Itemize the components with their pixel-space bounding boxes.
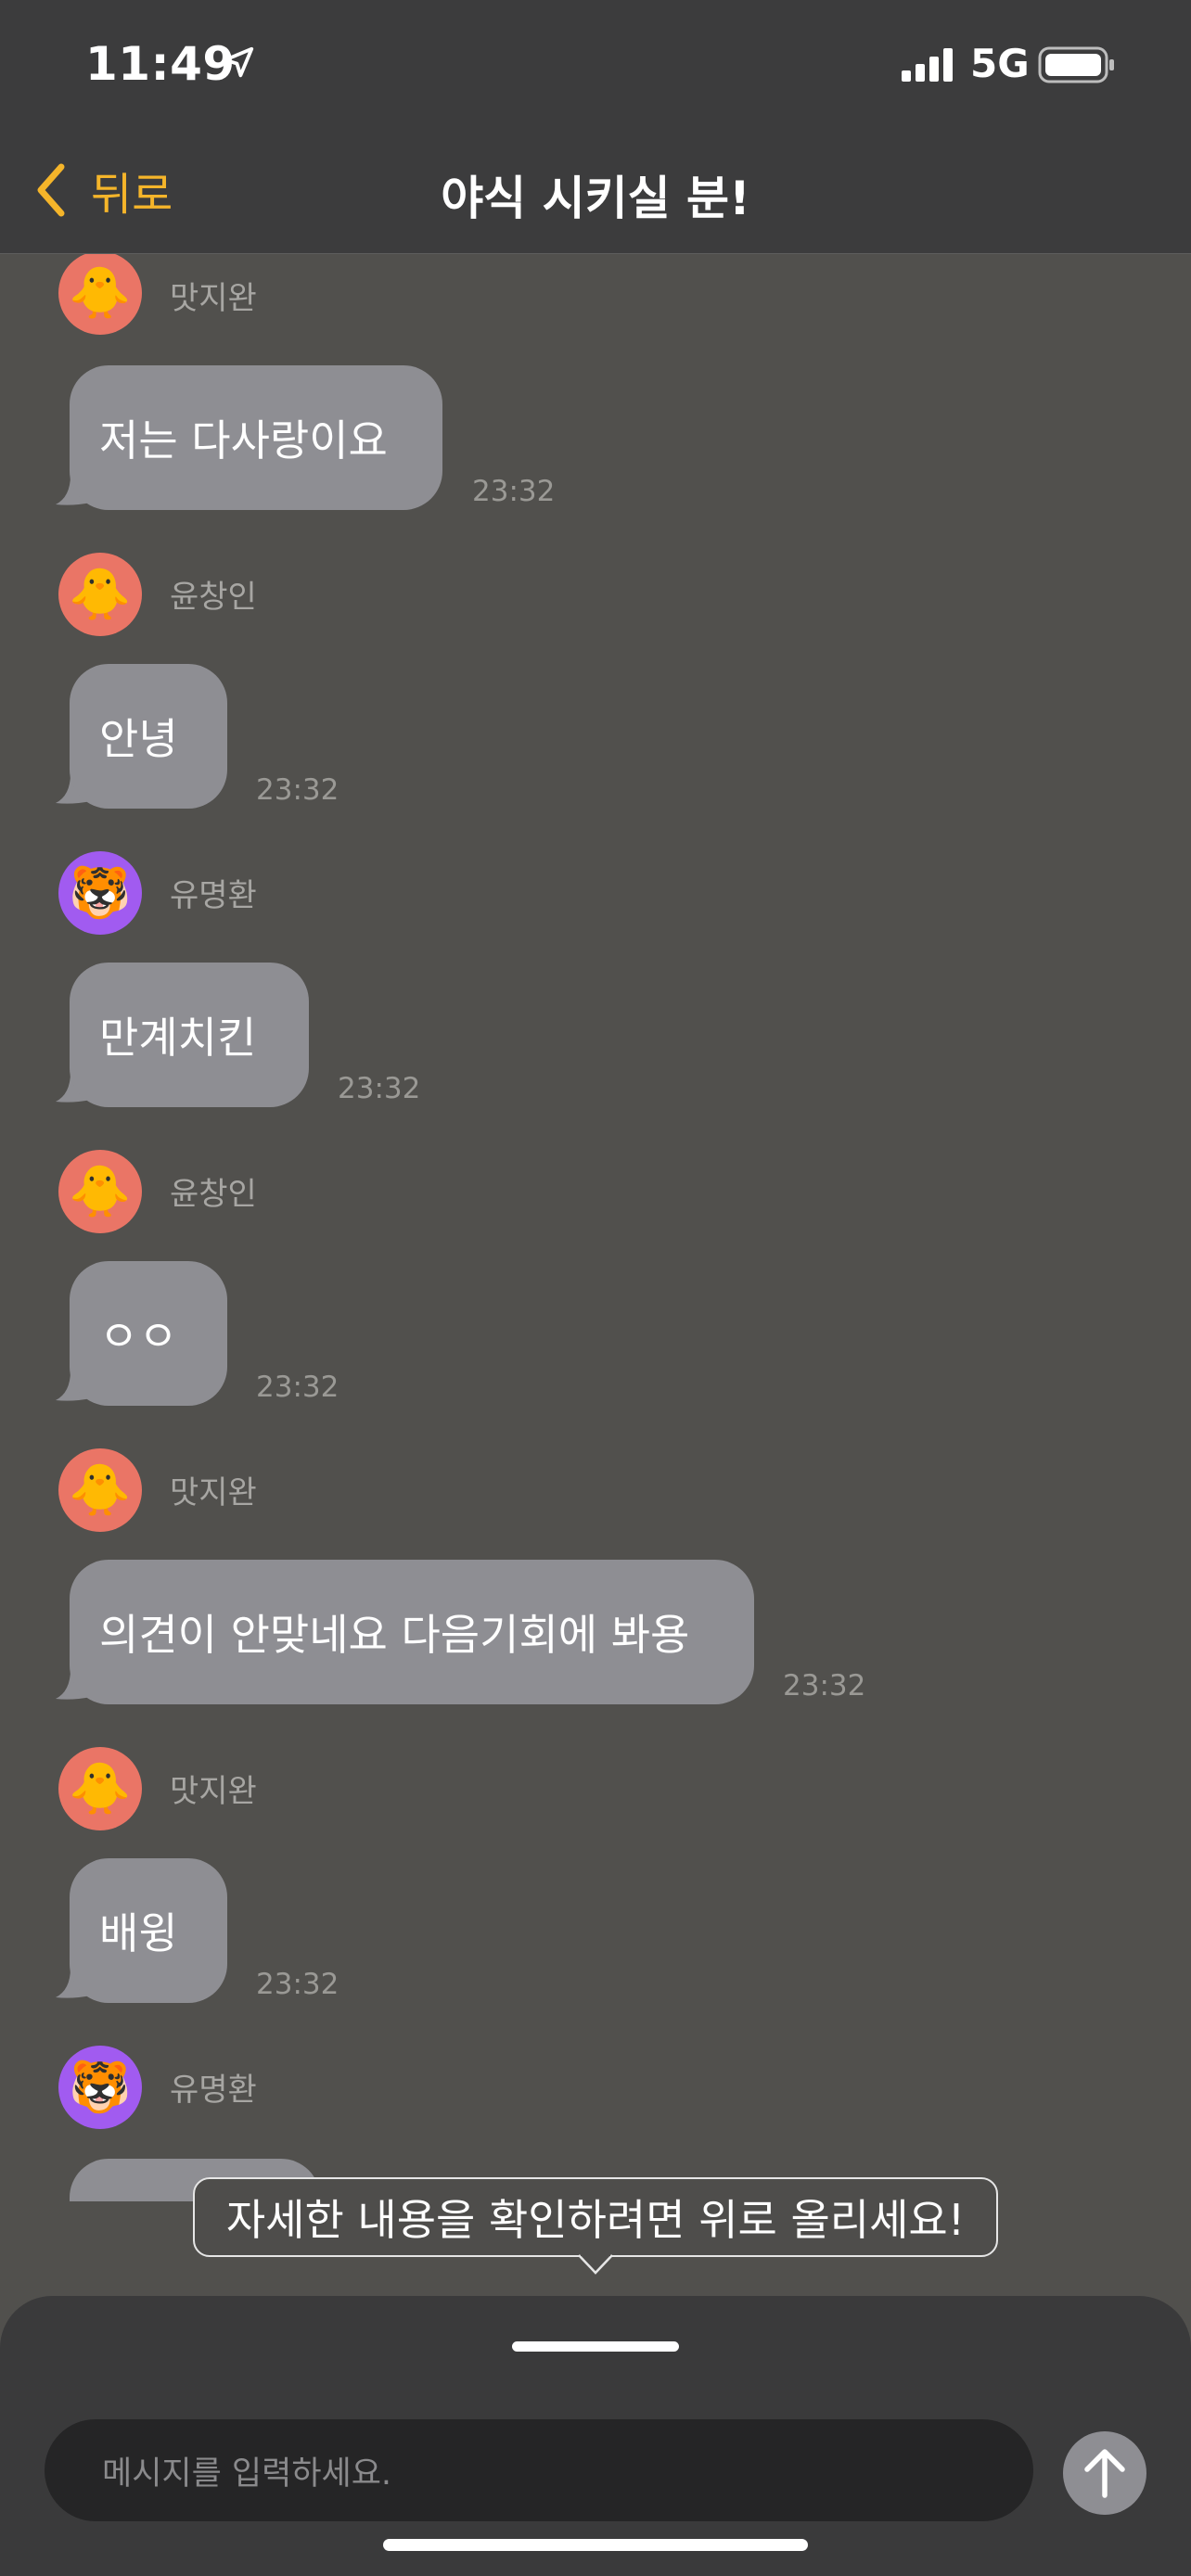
avatar[interactable]: 🐥 [58,1150,142,1233]
send-button[interactable] [1063,2431,1146,2515]
sender-name: 윤창인 [170,579,257,616]
avatar[interactable]: 🐯 [58,851,142,935]
avatar[interactable]: 🐥 [58,1747,142,1830]
sender-name: 맛지완 [170,280,257,317]
battery-icon [1038,46,1114,83]
message-time: 23:32 [256,773,339,807]
status-time: 11:49 [85,37,236,91]
chat-title: 야식 시키실 분! [441,172,750,225]
network-type: 5G [970,41,1030,86]
message-bubble[interactable]: 의견이 안맞네요 다음기회에 봐용 [70,1560,754,1704]
scroll-hint-tooltip: 자세한 내용을 확인하려면 위로 올리세요! [193,2177,998,2257]
home-indicator [383,2539,808,2551]
tooltip-arrow [579,2254,612,2275]
message-bubble[interactable]: ㅇㅇ [70,1261,227,1406]
message-time: 23:32 [256,1371,339,1404]
sender-name: 맛지완 [170,1474,257,1511]
sender-name: 맛지완 [170,1773,257,1810]
message-time: 23:32 [472,475,556,508]
avatar[interactable]: 🐥 [58,254,142,335]
message-bubble[interactable]: 안녕 [70,664,227,809]
nav-header: 11:49 5G 뒤로 야식 시키실 분! [0,0,1191,254]
sheet-grabber[interactable] [512,2341,679,2352]
avatar[interactable]: 🐥 [58,1448,142,1532]
sender-name: 윤창인 [170,1176,257,1213]
sender-name: 유명환 [170,2072,257,2109]
message-bubble[interactable]: 배윙 [70,1858,227,2003]
cellular-signal-icon [902,48,953,82]
message-input[interactable]: 메시지를 입력하세요. [45,2419,1033,2521]
message-time: 23:32 [256,1968,339,2001]
location-arrow-icon [223,46,254,78]
message-bubble[interactable]: 만계치킨 [70,963,309,1107]
message-time: 23:32 [338,1072,421,1105]
message-time: 23:32 [783,1669,866,1702]
arrow-up-icon [1084,2449,1125,2498]
sender-name: 유명환 [170,877,257,914]
avatar[interactable]: 🐥 [58,553,142,636]
message-bubble[interactable]: 저는 다사랑이요 [70,365,442,510]
avatar[interactable]: 🐯 [58,2046,142,2129]
message-list[interactable]: 🐥 맛지완 저는 다사랑이요 23:32 🐥 윤창인 안녕 23:32 🐯 유명… [0,254,1191,2201]
